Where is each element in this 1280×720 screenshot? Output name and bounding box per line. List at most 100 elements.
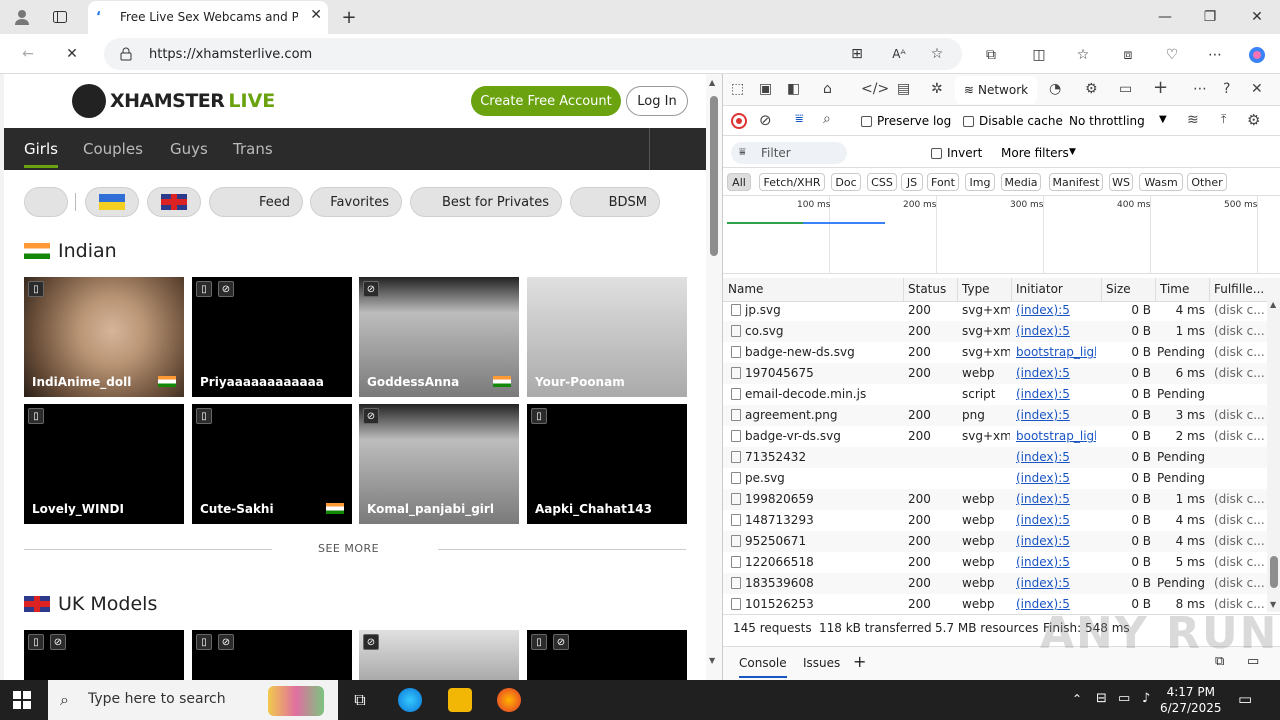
filter-input[interactable]: Filter	[731, 142, 847, 164]
filter-icon[interactable]: ⩸	[795, 111, 804, 127]
record-icon[interactable]	[731, 113, 747, 129]
category-couples[interactable]: Couples	[83, 140, 143, 158]
scroll-up-icon[interactable]: ▲	[1270, 300, 1276, 309]
model-card[interactable]: ▯ ⊘	[527, 630, 687, 680]
filter-manifest[interactable]: Manifest	[1049, 173, 1103, 191]
model-card[interactable]: Your-Poonam	[527, 277, 687, 397]
model-card[interactable]: ▯ IndiAnime_doll	[24, 277, 184, 397]
network-tab[interactable]: ≋ Network	[955, 76, 1037, 104]
filter-doc[interactable]: Doc	[831, 173, 861, 191]
network-settings-icon[interactable]: ⚙	[1247, 111, 1260, 129]
filter-pill-favorites[interactable]: Favorites	[310, 187, 402, 217]
filter-ws[interactable]: WS	[1109, 173, 1133, 191]
taskbar-clock[interactable]: 4:17 PM 6/27/2025	[1160, 684, 1222, 716]
lock-icon[interactable]	[118, 46, 134, 62]
settings-more-icon[interactable]: ⋯	[1204, 44, 1226, 66]
column-initiator[interactable]: Initiator	[1016, 282, 1063, 296]
filter-pill-blank[interactable]	[24, 187, 68, 217]
task-view-icon[interactable]: ⧉	[348, 688, 372, 712]
favorites-icon[interactable]: ☆	[1072, 44, 1094, 66]
application-icon[interactable]: ▭	[1119, 81, 1132, 97]
notifications-icon[interactable]: ▭	[1238, 690, 1252, 708]
create-account-button[interactable]: Create Free Account	[471, 86, 621, 116]
table-row[interactable]: email-decode.min.js script (index):5 0 B Pen…	[723, 384, 1267, 405]
table-row[interactable]: 199820659 200 webp (index):5 0 B 1 ms (disk c.…	[723, 489, 1267, 510]
chevron-down-icon[interactable]: ▼	[1159, 114, 1167, 125]
cell-initiator[interactable]: (index):5	[1016, 471, 1096, 485]
table-row[interactable]: badge-vr-ds.svg 200 svg+xml bootstrap_light…	[723, 426, 1267, 447]
device-toolbar-icon[interactable]: ▣	[759, 81, 772, 97]
device-icon[interactable]: ⊟	[1096, 691, 1107, 706]
import-har-icon[interactable]: ⤒	[1221, 112, 1226, 127]
table-row[interactable]: 122066518 200 webp (index):5 0 B 5 ms (disk c.…	[723, 552, 1267, 573]
network-conditions-icon[interactable]: ≋	[1187, 112, 1199, 128]
performance-icon[interactable]: ♡	[1161, 44, 1183, 66]
filter-wasm[interactable]: Wasm	[1139, 173, 1183, 191]
read-aloud-icon[interactable]: Aᴬ	[890, 45, 908, 63]
more-filters-dropdown[interactable]: More filters	[1001, 146, 1069, 160]
table-row[interactable]: 197045675 200 webp (index):5 0 B 6 ms (disk c.…	[723, 363, 1267, 384]
back-icon[interactable]: ←	[16, 42, 40, 66]
category-trans[interactable]: Trans	[233, 140, 273, 158]
chevron-down-icon[interactable]: ▼	[1069, 147, 1076, 157]
drawer-tab-console[interactable]: Console	[739, 656, 787, 678]
filter-pill-bdsm[interactable]: BDSM	[570, 187, 660, 217]
filter-pill-best-for-privates[interactable]: Best for Privates	[410, 187, 562, 217]
model-card[interactable]: ▯ Cute-Sakhi	[192, 404, 352, 524]
see-more-link[interactable]: SEE MORE	[318, 542, 379, 555]
drawer-tab-issues[interactable]: Issues	[803, 656, 840, 670]
volume-icon[interactable]: ♪	[1142, 691, 1150, 706]
cell-initiator[interactable]: (index):5	[1016, 450, 1096, 464]
model-card[interactable]: ▯ ⊘	[24, 630, 184, 680]
filter-other[interactable]: Other	[1187, 173, 1227, 191]
sources-icon[interactable]: ✲	[931, 81, 943, 97]
site-logo[interactable]: XHAMSTER LIVE	[72, 84, 275, 118]
cell-initiator[interactable]: (index):5	[1016, 303, 1096, 317]
page-scrollbar[interactable]: ▲ ▼	[706, 74, 722, 680]
more-tools-icon[interactable]: +	[1153, 77, 1168, 98]
table-row[interactable]: jp.svg 200 svg+xml (index):5 0 B 4 ms (disk c.…	[723, 300, 1267, 321]
browser-tab[interactable]: ‘ Free Live Sex Webcams and Porn ✕	[88, 1, 328, 34]
disable-cache-checkbox[interactable]: Disable cache	[963, 114, 1063, 128]
chevron-up-icon[interactable]: ⌃	[1072, 692, 1082, 706]
app-available-icon[interactable]: ⊞	[848, 45, 866, 63]
collections-icon[interactable]: ⧈	[1117, 44, 1139, 66]
requests-scrollbar[interactable]: ▲ ▼	[1267, 300, 1280, 612]
cell-initiator[interactable]: bootstrap_light.c	[1016, 345, 1096, 359]
filter-media[interactable]: Media	[1001, 173, 1041, 191]
performance-icon[interactable]: ◔	[1049, 81, 1061, 97]
table-row[interactable]: 71352432 (index):5 0 B Pending	[723, 447, 1267, 468]
filter-fetch-xhr[interactable]: Fetch/XHR	[759, 173, 825, 191]
dock-icon[interactable]: ◧	[787, 81, 800, 97]
scroll-down-icon[interactable]: ▼	[709, 656, 715, 665]
filter-img[interactable]: Img	[965, 173, 995, 191]
help-icon[interactable]: ?	[1223, 81, 1230, 97]
inspect-icon[interactable]: ⬚	[731, 81, 744, 97]
split-screen-icon[interactable]: ◫	[1028, 44, 1050, 66]
cell-initiator[interactable]: (index):5	[1016, 555, 1096, 569]
edge-taskbar-icon[interactable]	[398, 688, 422, 712]
extensions-icon[interactable]: ⧉	[980, 44, 1002, 66]
network-tray-icon[interactable]: ▭	[1118, 691, 1130, 706]
filter-js[interactable]: JS	[901, 173, 923, 191]
profile-icon[interactable]	[10, 6, 34, 28]
category-girls[interactable]: Girls	[24, 140, 58, 168]
filter-font[interactable]: Font	[927, 173, 959, 191]
network-timeline[interactable]: 100 ms 200 ms 300 ms 400 ms 500 ms	[723, 196, 1280, 274]
model-card[interactable]: ▯ ⊘	[192, 630, 352, 680]
table-row[interactable]: 148713293 200 webp (index):5 0 B 4 ms (disk c.…	[723, 510, 1267, 531]
table-row[interactable]: co.svg 200 svg+xml (index):5 0 B 1 ms (disk c.…	[723, 321, 1267, 342]
stop-loading-icon[interactable]: ✕	[60, 42, 84, 66]
minimize-icon[interactable]: —	[1154, 6, 1176, 28]
devtools-menu-icon[interactable]: ⋯	[1193, 81, 1207, 97]
table-row[interactable]: 183539608 200 webp (index):5 0 B Pending (disk…	[723, 573, 1267, 594]
taskbar-search-input[interactable]: ⌕ Type here to search	[48, 680, 338, 720]
table-row[interactable]: 95250671 200 webp (index):5 0 B 4 ms (disk c..…	[723, 531, 1267, 552]
new-tab-icon[interactable]: +	[338, 6, 360, 28]
windows-start-icon[interactable]	[12, 690, 32, 710]
login-button[interactable]: Log In	[626, 86, 688, 116]
memory-icon[interactable]: ⚙	[1085, 81, 1098, 97]
column-type[interactable]: Type	[962, 282, 990, 296]
favorite-star-icon[interactable]: ☆	[928, 45, 946, 63]
close-window-icon[interactable]: ✕	[1246, 6, 1268, 28]
